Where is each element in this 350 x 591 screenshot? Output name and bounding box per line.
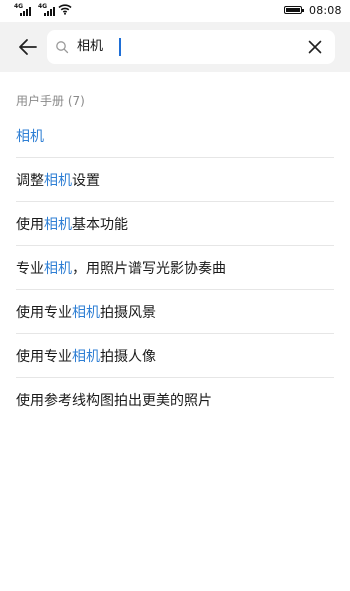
result-text-match: 相机 <box>16 128 44 145</box>
result-text-before: 使用 <box>16 216 44 233</box>
result-text-after: 设置 <box>72 172 100 189</box>
result-text-match: 相机 <box>44 172 72 189</box>
result-text-match: 相机 <box>44 216 72 233</box>
result-item[interactable]: 调整 相机 设置 <box>16 158 334 202</box>
wifi-icon <box>58 4 72 15</box>
result-text-after: ，用照片谱写光影协奏曲 <box>72 260 226 277</box>
result-text-after: 拍摄人像 <box>100 348 156 365</box>
result-item[interactable]: 使用参考线构图拍出更美的照片 <box>16 378 334 422</box>
search-box[interactable] <box>47 30 335 64</box>
status-bar: 4G 4G 08:08 <box>0 0 350 22</box>
result-text-before: 使用专业 <box>16 304 72 321</box>
result-text-before: 专业 <box>16 260 44 277</box>
result-text-after: 拍摄风景 <box>100 304 156 321</box>
search-input[interactable] <box>77 30 277 64</box>
result-item[interactable]: 使用专业 相机 拍摄人像 <box>16 334 334 378</box>
result-text-before: 使用参考线构图拍出更美的照片 <box>16 393 212 409</box>
close-icon[interactable] <box>305 37 325 57</box>
result-text-before: 使用专业 <box>16 348 72 365</box>
status-time: 08:08 <box>309 4 342 17</box>
result-text-match: 相机 <box>72 304 100 321</box>
result-item[interactable]: 相机 <box>16 114 334 158</box>
result-text-match: 相机 <box>72 348 100 365</box>
result-item[interactable]: 使用专业 相机 拍摄风景 <box>16 290 334 334</box>
result-item[interactable]: 使用 相机 基本功能 <box>16 202 334 246</box>
result-item[interactable]: 专业 相机 ，用照片谱写光影协奏曲 <box>16 246 334 290</box>
search-header <box>0 22 350 72</box>
battery-icon <box>284 6 304 14</box>
text-cursor <box>119 38 121 56</box>
result-text-match: 相机 <box>44 260 72 277</box>
result-text-after: 基本功能 <box>72 216 128 233</box>
section-title: 用户手册 (7) <box>16 94 85 108</box>
results-list: 相机 调整 相机 设置 使用 相机 基本功能 专业 相机 ，用照片谱写光影协奏曲 使用专业相… <box>0 114 350 422</box>
search-icon <box>56 41 69 54</box>
result-text-before: 调整 <box>16 172 44 189</box>
back-arrow-icon[interactable] <box>16 35 40 59</box>
